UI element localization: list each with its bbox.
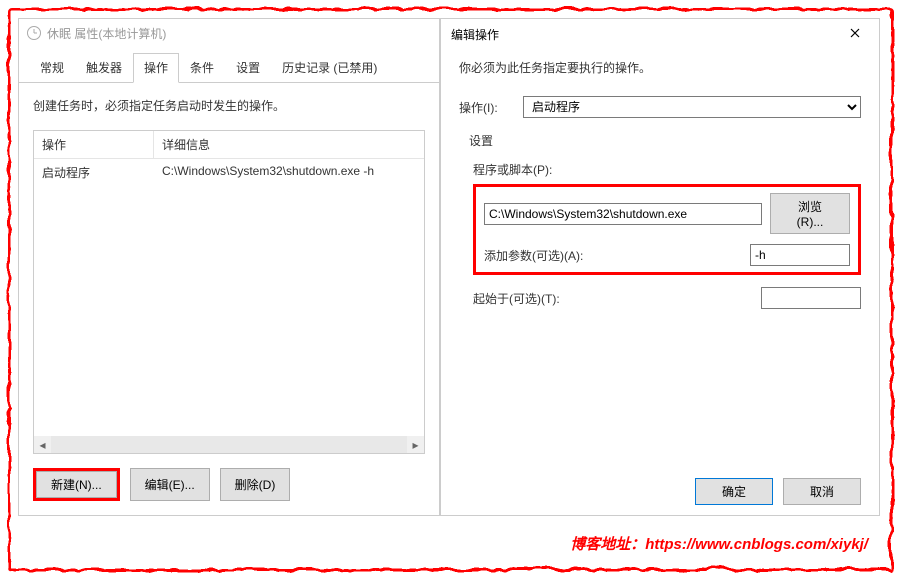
ok-button[interactable]: 确定	[695, 478, 773, 505]
horizontal-scrollbar[interactable]: ◂ ▸	[34, 436, 424, 453]
cancel-button[interactable]: 取消	[783, 478, 861, 505]
dialog-title-bar: 编辑操作	[441, 19, 879, 49]
tab-history[interactable]: 历史记录 (已禁用)	[271, 53, 388, 82]
delete-button[interactable]: 删除(D)	[220, 468, 291, 501]
col-action[interactable]: 操作	[34, 131, 154, 158]
title-bar: 休眠 属性(本地计算机)	[19, 19, 439, 47]
instruction-text: 你必须为此任务指定要执行的操作。	[459, 59, 861, 76]
program-label: 程序或脚本(P):	[473, 161, 861, 178]
edit-button[interactable]: 编辑(E)...	[130, 468, 210, 501]
startin-input[interactable]	[761, 287, 861, 309]
highlight-program-args: 浏览(R)... 添加参数(可选)(A):	[473, 184, 861, 275]
tab-conditions[interactable]: 条件	[179, 53, 225, 82]
dialog-title: 编辑操作	[451, 26, 499, 43]
cell-action: 启动程序	[34, 159, 154, 186]
close-button[interactable]	[837, 23, 873, 43]
scroll-track[interactable]	[51, 436, 407, 453]
highlight-new-button: 新建(N)...	[33, 468, 120, 501]
tab-general[interactable]: 常规	[29, 53, 75, 82]
cell-detail: C:\Windows\System32\shutdown.exe -h	[154, 159, 424, 186]
args-label: 添加参数(可选)(A):	[484, 247, 742, 264]
new-button[interactable]: 新建(N)...	[36, 471, 117, 498]
action-label: 操作(I):	[459, 99, 515, 116]
close-icon	[850, 28, 860, 38]
action-select[interactable]: 启动程序	[523, 96, 861, 118]
args-input[interactable]	[750, 244, 850, 266]
window-title: 休眠 属性(本地计算机)	[47, 25, 166, 42]
scroll-right-icon[interactable]: ▸	[407, 436, 424, 453]
edit-action-dialog: 编辑操作 你必须为此任务指定要执行的操作。 操作(I): 启动程序 设置 程序或…	[440, 18, 880, 516]
hint-text: 创建任务时，必须指定任务启动时发生的操作。	[33, 97, 425, 114]
tab-settings[interactable]: 设置	[225, 53, 271, 82]
blog-url-watermark: 博客地址：https://www.cnblogs.com/xiykj/	[570, 533, 868, 554]
startin-label: 起始于(可选)(T):	[473, 290, 753, 307]
clock-icon	[27, 26, 41, 40]
actions-table: 操作 详细信息 启动程序 C:\Windows\System32\shutdow…	[33, 130, 425, 454]
scroll-left-icon[interactable]: ◂	[34, 436, 51, 453]
tab-actions[interactable]: 操作	[133, 53, 179, 83]
col-detail[interactable]: 详细信息	[154, 131, 424, 158]
tab-strip: 常规 触发器 操作 条件 设置 历史记录 (已禁用)	[19, 47, 439, 83]
table-row[interactable]: 启动程序 C:\Windows\System32\shutdown.exe -h	[34, 159, 424, 186]
program-input[interactable]	[484, 203, 762, 225]
task-properties-dialog: 休眠 属性(本地计算机) 常规 触发器 操作 条件 设置 历史记录 (已禁用) …	[18, 18, 440, 516]
browse-button[interactable]: 浏览(R)...	[770, 193, 850, 234]
settings-group-label: 设置	[469, 132, 861, 149]
tab-triggers[interactable]: 触发器	[75, 53, 133, 82]
